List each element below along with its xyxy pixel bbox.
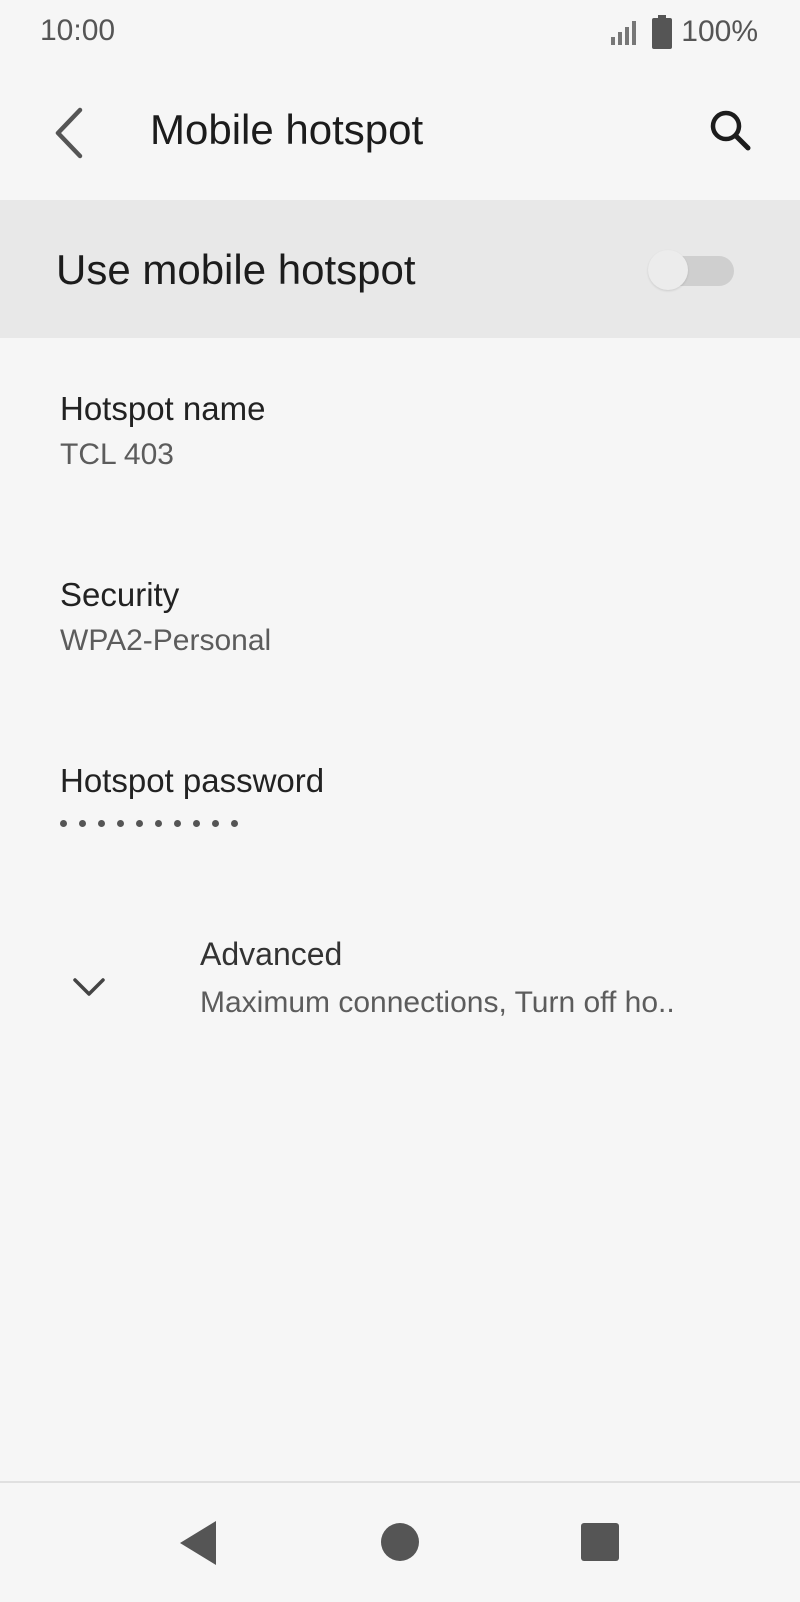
signal-icon <box>611 21 637 45</box>
hotspot-name-title: Hotspot name <box>60 390 266 427</box>
password-mask-dot <box>117 820 124 827</box>
search-icon <box>710 110 751 151</box>
back-arrow-icon <box>55 107 83 159</box>
nav-back-icon[interactable] <box>176 1519 220 1567</box>
back-button[interactable] <box>44 100 100 166</box>
security-title: Security <box>60 576 180 613</box>
hotspot-password-masked <box>60 820 238 827</box>
password-mask-dot <box>174 820 181 827</box>
password-mask-dot <box>60 820 67 827</box>
battery-percent: 100% <box>681 15 758 48</box>
security-item[interactable]: Security WPA2-Personal <box>0 576 800 676</box>
password-mask-dot <box>231 820 238 827</box>
password-mask-dot <box>193 820 200 827</box>
app-bar: Mobile hotspot <box>0 66 800 200</box>
password-mask-dot <box>212 820 219 827</box>
advanced-item[interactable]: Advanced Maximum connections, Turn off h… <box>0 936 800 1046</box>
toggle-thumb <box>648 250 688 290</box>
hotspot-name-item[interactable]: Hotspot name TCL 403 <box>0 390 800 490</box>
nav-home-icon[interactable] <box>381 1523 419 1561</box>
password-mask-dot <box>79 820 86 827</box>
advanced-summary: Maximum connections, Turn off ho.. <box>200 986 675 1019</box>
page-title: Mobile hotspot <box>150 106 424 153</box>
hotspot-name-value: TCL 403 <box>60 438 174 471</box>
hotspot-password-title: Hotspot password <box>60 762 325 799</box>
password-mask-dot <box>155 820 162 827</box>
status-bar: 10:00 100% <box>0 0 800 66</box>
security-value: WPA2-Personal <box>60 624 272 657</box>
password-mask-dot <box>98 820 105 827</box>
battery-icon <box>652 15 673 49</box>
search-button[interactable] <box>704 104 760 160</box>
status-icons: 100% <box>611 12 758 52</box>
chevron-down-icon <box>73 978 105 996</box>
password-mask-dot <box>136 820 143 827</box>
advanced-title: Advanced <box>200 936 343 972</box>
use-mobile-hotspot-row[interactable]: Use mobile hotspot <box>0 200 800 338</box>
navigation-bar <box>0 1481 800 1602</box>
use-mobile-hotspot-toggle[interactable] <box>648 250 736 290</box>
use-mobile-hotspot-label: Use mobile hotspot <box>56 246 416 293</box>
nav-recents-icon[interactable] <box>581 1523 619 1561</box>
hotspot-password-item[interactable]: Hotspot password <box>0 762 800 862</box>
status-time: 10:00 <box>40 14 116 47</box>
